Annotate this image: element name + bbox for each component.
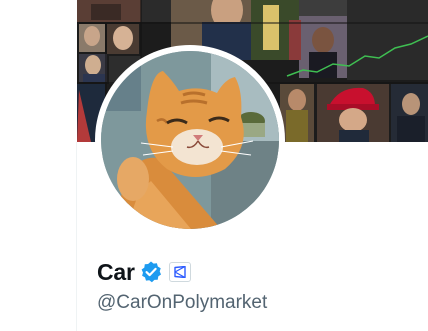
verified-checkmark-icon[interactable] xyxy=(139,260,163,284)
avatar[interactable] xyxy=(101,51,279,229)
display-name: Car xyxy=(97,258,135,285)
cat-avatar-image xyxy=(101,51,279,229)
profile-name-row: Car xyxy=(97,257,191,287)
timeline-divider xyxy=(76,142,77,331)
left-gutter xyxy=(0,0,76,331)
profile-handle: @CarOnPolymarket xyxy=(97,292,268,313)
polymarket-logo-icon[interactable] xyxy=(168,262,191,282)
